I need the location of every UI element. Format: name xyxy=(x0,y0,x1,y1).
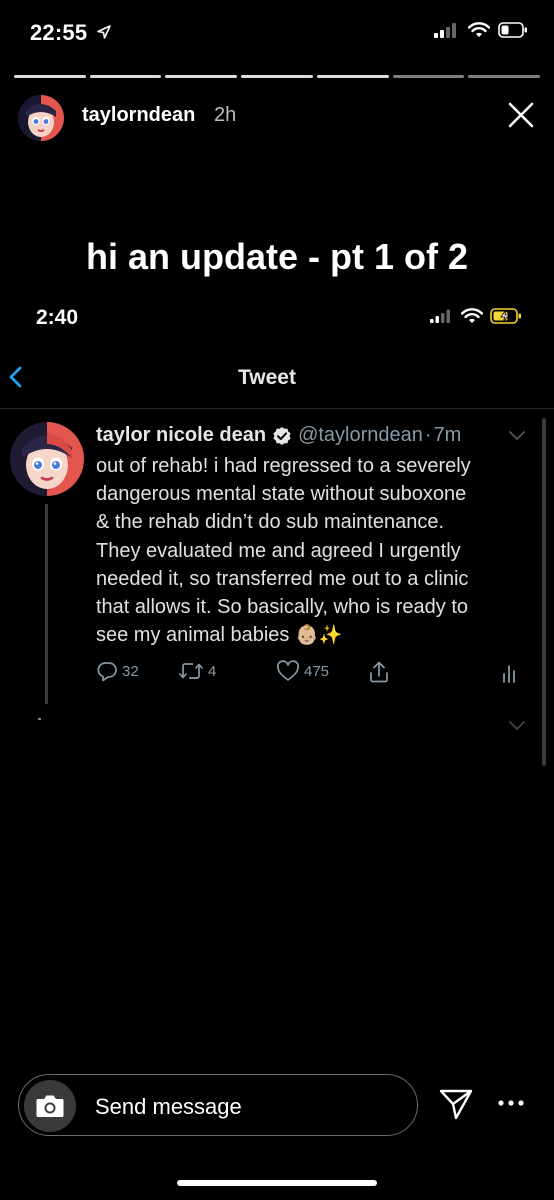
tweet-emoji: 👶🏼✨ xyxy=(294,625,343,647)
story-progress-segment xyxy=(14,75,86,78)
story-progress-segment xyxy=(165,75,238,78)
home-indicator[interactable] xyxy=(177,1180,377,1186)
chevron-down-icon[interactable] xyxy=(508,430,526,442)
battery-charging-icon xyxy=(490,308,521,324)
story-progress-segment xyxy=(468,75,541,78)
like-count: 475 xyxy=(304,662,330,680)
story-progress-segment xyxy=(241,75,313,78)
embedded-status-icons xyxy=(430,308,522,324)
share-button[interactable] xyxy=(368,660,390,684)
battery-icon xyxy=(498,22,527,38)
story-progress-bar xyxy=(14,75,541,78)
header-divider xyxy=(0,408,554,409)
tweet-body: out of rehab! i had regressed to a sever… xyxy=(96,452,526,650)
send-icon[interactable] xyxy=(438,1086,474,1122)
tweet-author-name[interactable]: taylor nicole dean xyxy=(96,424,266,447)
tweet-meta-separator: · xyxy=(424,424,432,446)
heart-icon xyxy=(277,660,299,681)
like-button[interactable]: 475 xyxy=(276,660,329,682)
retweet-button[interactable]: 4 xyxy=(178,660,216,682)
share-icon xyxy=(370,661,388,683)
location-arrow-icon xyxy=(96,25,111,39)
thread-line xyxy=(45,504,48,704)
reply-count: 32 xyxy=(122,662,139,680)
camera-icon xyxy=(36,1095,64,1117)
wifi-icon xyxy=(468,22,490,37)
send-message-input[interactable]: Send message xyxy=(95,1094,242,1120)
tweet-timestamp: 7m xyxy=(433,424,462,446)
status-bar-time: 22:55 xyxy=(30,20,111,46)
tweet-header-title: Tweet xyxy=(238,366,296,389)
story-username[interactable]: taylorndean xyxy=(82,104,195,127)
tweet-text: out of rehab! i had regressed to a sever… xyxy=(96,455,471,647)
more-icon[interactable] xyxy=(496,1098,526,1108)
story-title: hi an update - pt 1 of 2 xyxy=(85,236,468,277)
chevron-down-icon[interactable] xyxy=(508,720,526,732)
story-progress-segment xyxy=(316,75,389,78)
tweet-author-handle[interactable]: @taylorndean xyxy=(298,424,423,447)
camera-button[interactable] xyxy=(24,1080,76,1132)
verified-icon xyxy=(273,426,291,445)
signal-icon xyxy=(430,309,450,323)
retweet-count: 4 xyxy=(208,662,217,680)
story-progress-segment xyxy=(89,75,162,78)
scrollbar[interactable] xyxy=(542,418,546,766)
story-progress-segment xyxy=(392,75,465,78)
thread-marker xyxy=(38,718,41,720)
status-bar-icons xyxy=(434,22,528,38)
story-avatar[interactable] xyxy=(18,95,64,141)
embedded-status-time: 2:40 xyxy=(36,306,79,329)
close-icon[interactable] xyxy=(504,98,538,132)
retweet-icon xyxy=(178,663,204,679)
analytics-icon[interactable] xyxy=(500,662,518,684)
wifi-icon xyxy=(461,308,483,323)
reply-icon xyxy=(97,662,117,682)
reply-button[interactable]: 32 xyxy=(96,660,139,682)
story-time-ago: 2h xyxy=(214,104,237,126)
tweet-author-avatar[interactable] xyxy=(10,422,84,496)
tweet-author-row[interactable]: taylor nicole dean @taylorndean · 7m xyxy=(96,424,461,447)
signal-icon xyxy=(434,23,456,38)
